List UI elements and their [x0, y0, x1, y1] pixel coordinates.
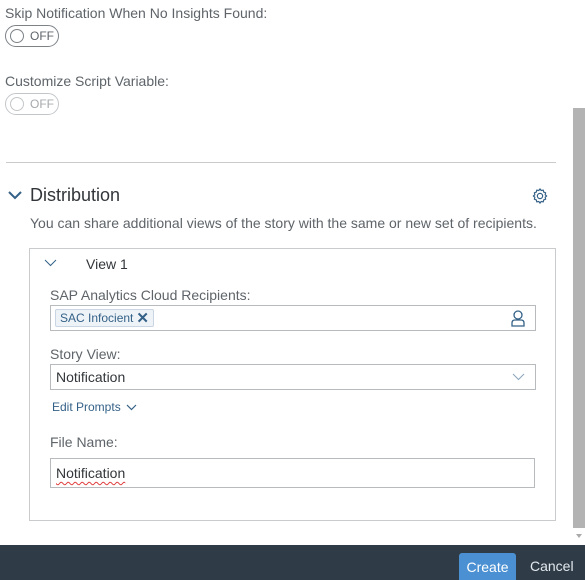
recipients-input[interactable]: SAC Infocient ✕	[50, 305, 536, 331]
toggle-knob	[10, 29, 24, 43]
edit-prompts-label: Edit Prompts	[52, 400, 121, 414]
section-divider	[6, 162, 556, 163]
file-name-input[interactable]: Notification	[50, 458, 535, 488]
chevron-down-icon[interactable]	[512, 373, 525, 381]
scrollbar-thumb[interactable]	[573, 108, 585, 528]
chevron-down-icon[interactable]	[44, 259, 57, 267]
recipients-label: SAP Analytics Cloud Recipients:	[50, 287, 251, 303]
close-icon[interactable]: ✕	[136, 309, 149, 327]
person-icon[interactable]	[511, 310, 525, 327]
story-view-label: Story View:	[50, 346, 121, 362]
story-view-value: Notification	[56, 369, 126, 385]
toggle-state: OFF	[30, 97, 54, 111]
gear-icon[interactable]	[531, 187, 549, 205]
skip-notification-label: Skip Notification When No Insights Found…	[5, 5, 268, 21]
story-view-select[interactable]: Notification	[50, 364, 536, 390]
customize-script-label: Customize Script Variable:	[5, 73, 169, 89]
chevron-down-icon	[126, 404, 137, 410]
recipient-name: SAC Infocient	[60, 311, 134, 325]
edit-prompts-link[interactable]: Edit Prompts	[52, 400, 137, 414]
skip-notification-toggle[interactable]: OFF	[5, 25, 59, 47]
scroll-down-icon[interactable]	[576, 534, 582, 538]
file-name-label: File Name:	[50, 434, 118, 450]
cancel-button[interactable]: Cancel	[530, 558, 574, 574]
recipient-token: SAC Infocient ✕	[55, 309, 154, 327]
toggle-knob	[10, 97, 24, 111]
create-button[interactable]: Create	[459, 553, 516, 580]
view-title: View 1	[86, 256, 128, 272]
customize-script-toggle[interactable]: OFF	[5, 93, 59, 115]
chevron-down-icon[interactable]	[8, 190, 22, 200]
file-name-value: Notification	[56, 465, 126, 481]
distribution-description: You can share additional views of the st…	[30, 215, 537, 231]
toggle-state: OFF	[30, 29, 54, 43]
distribution-title: Distribution	[30, 185, 121, 205]
